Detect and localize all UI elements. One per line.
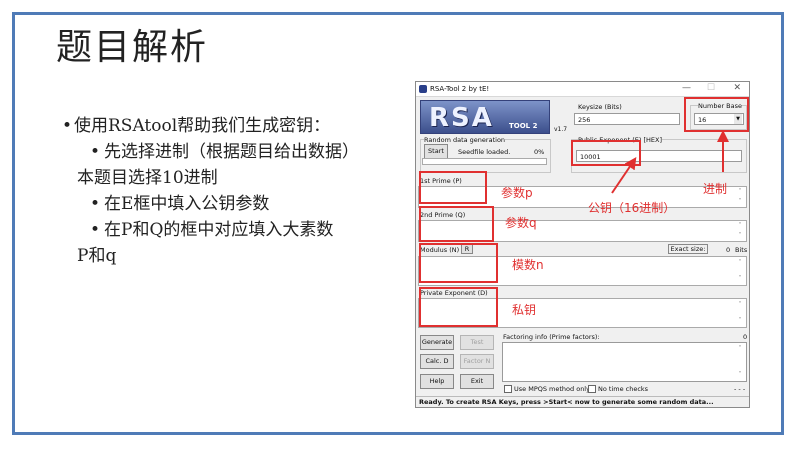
arrow-e [611, 157, 637, 194]
annotation-e: 公钥（16进制） [588, 201, 676, 215]
annotation-arrows [611, 130, 729, 194]
annotation-n: 模数n [512, 258, 544, 272]
annotation-p: 参数p [501, 186, 533, 200]
annotation-base: 进制 [703, 182, 728, 196]
annotation-q: 参数q [505, 216, 537, 230]
annotation-d: 私钥 [512, 303, 537, 317]
